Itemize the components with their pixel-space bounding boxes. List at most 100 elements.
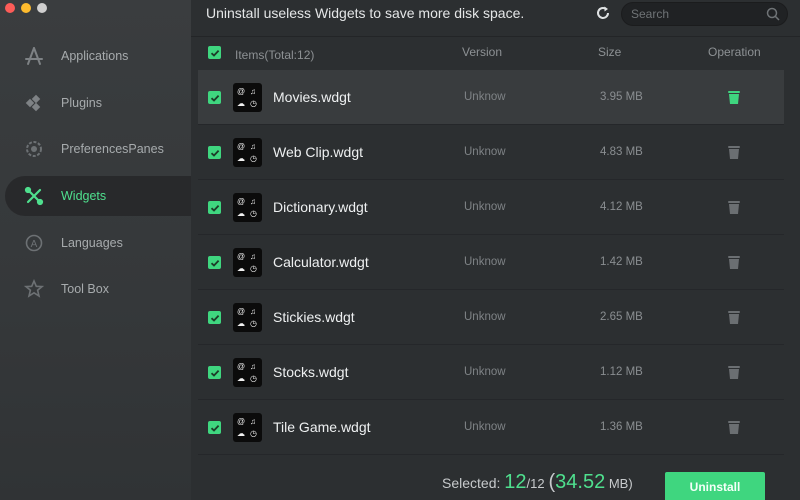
widget-version: Unknow — [464, 146, 506, 158]
trash-icon[interactable] — [726, 309, 742, 325]
music-note-icon: ♫ — [250, 252, 256, 261]
row-checkbox[interactable] — [208, 256, 221, 269]
widget-version: Unknow — [464, 311, 506, 323]
sidebar-item-label: Plugins — [61, 95, 102, 110]
sidebar-nav: Applications Plugins PreferencesPanes Wi… — [0, 36, 191, 316]
table-header: Items(Total:12) Version Size Operation — [191, 36, 800, 70]
clock-icon: ◷ — [250, 99, 257, 108]
zoom-window-button[interactable] — [37, 3, 47, 13]
widget-thumbnail: @ ♫ ☁ ◷ — [233, 413, 262, 442]
at-icon: @ — [237, 362, 246, 371]
at-icon: @ — [237, 252, 246, 261]
widget-size: 3.95 MB — [600, 91, 643, 103]
widget-size: 2.65 MB — [600, 311, 643, 323]
row-checkbox[interactable] — [208, 366, 221, 379]
trash-icon[interactable] — [726, 254, 742, 270]
table-row[interactable]: @ ♫ ☁ ◷ Movies.wdgt Unknow 3.95 MB — [198, 70, 784, 125]
trash-icon[interactable] — [726, 144, 742, 160]
column-header-version: Version — [462, 45, 503, 59]
widget-version: Unknow — [464, 366, 506, 378]
at-icon: @ — [237, 87, 246, 96]
trash-icon[interactable] — [726, 419, 742, 435]
row-checkbox[interactable] — [208, 91, 221, 104]
select-all-checkbox[interactable] — [208, 46, 221, 59]
sidebar-item-label: Tool Box — [61, 282, 109, 297]
at-icon: @ — [237, 142, 246, 151]
widget-size: 4.83 MB — [600, 146, 643, 158]
music-note-icon: ♫ — [250, 362, 256, 371]
cloud-icon: ☁ — [237, 264, 245, 273]
widget-version: Unknow — [464, 91, 506, 103]
clock-icon: ◷ — [250, 319, 257, 328]
search-input[interactable] — [621, 2, 788, 26]
row-checkbox[interactable] — [208, 201, 221, 214]
sidebar-item-label: Widgets — [61, 189, 107, 204]
table-row[interactable]: @ ♫ ☁ ◷ Calculator.wdgt Unknow 1.42 MB — [198, 235, 784, 290]
widget-size: 1.36 MB — [600, 421, 643, 433]
clock-icon: ◷ — [250, 374, 257, 383]
widget-size: 1.42 MB — [600, 256, 643, 268]
widget-thumbnail: @ ♫ ☁ ◷ — [233, 358, 262, 387]
column-header-size: Size — [598, 45, 622, 59]
sidebar: Applications Plugins PreferencesPanes Wi… — [0, 0, 191, 500]
trash-icon[interactable] — [726, 89, 742, 105]
size-unit: MB) — [605, 476, 633, 491]
widget-name: Web Clip.wdgt — [273, 144, 364, 160]
applications-icon — [23, 45, 45, 67]
table-row[interactable]: @ ♫ ☁ ◷ Dictionary.wdgt Unknow 4.12 MB — [198, 180, 784, 235]
trash-icon[interactable] — [726, 199, 742, 215]
clock-icon: ◷ — [250, 264, 257, 273]
widget-name: Movies.wdgt — [273, 89, 351, 105]
at-icon: @ — [237, 417, 246, 426]
close-window-button[interactable] — [5, 3, 15, 13]
topbar: Uninstall useless Widgets to save more d… — [191, 0, 800, 30]
clock-icon: ◷ — [250, 209, 257, 218]
cloud-icon: ☁ — [237, 154, 245, 163]
total-count: /12 — [526, 476, 545, 491]
row-checkbox[interactable] — [208, 421, 221, 434]
sidebar-item-languages[interactable]: A Languages — [5, 223, 191, 263]
refresh-icon[interactable] — [595, 5, 611, 21]
table-row[interactable]: @ ♫ ☁ ◷ Tile Game.wdgt Unknow 1.36 MB — [198, 400, 784, 455]
row-checkbox[interactable] — [208, 146, 221, 159]
cloud-icon: ☁ — [237, 429, 245, 438]
sidebar-item-label: Languages — [61, 235, 123, 250]
window-controls — [5, 3, 47, 13]
sidebar-item-preferencespanes[interactable]: PreferencesPanes — [5, 129, 191, 169]
table-row[interactable]: @ ♫ ☁ ◷ Stickies.wdgt Unknow 2.65 MB — [198, 290, 784, 345]
languages-icon: A — [23, 232, 45, 254]
selected-count: 12 — [504, 471, 527, 493]
page-title: Uninstall useless Widgets to save more d… — [206, 5, 525, 21]
music-note-icon: ♫ — [250, 417, 256, 426]
search-icon[interactable] — [766, 7, 780, 21]
preferences-gear-icon — [23, 138, 45, 160]
cloud-icon: ☁ — [237, 319, 245, 328]
widget-version: Unknow — [464, 256, 506, 268]
sidebar-item-label: PreferencesPanes — [61, 142, 164, 157]
widget-name: Stickies.wdgt — [273, 309, 355, 325]
svg-text:A: A — [31, 239, 38, 250]
widget-thumbnail: @ ♫ ☁ ◷ — [233, 138, 262, 167]
widget-thumbnail: @ ♫ ☁ ◷ — [233, 248, 262, 277]
selected-label: Selected: — [442, 475, 501, 491]
minimize-window-button[interactable] — [21, 3, 31, 13]
sidebar-item-plugins[interactable]: Plugins — [5, 83, 191, 123]
sidebar-item-toolbox[interactable]: Tool Box — [5, 269, 191, 309]
widget-name: Calculator.wdgt — [273, 254, 369, 270]
sidebar-item-widgets[interactable]: Widgets — [5, 176, 191, 217]
at-icon: @ — [237, 197, 246, 206]
cloud-icon: ☁ — [237, 99, 245, 108]
cloud-icon: ☁ — [237, 209, 245, 218]
table-row[interactable]: @ ♫ ☁ ◷ Stocks.wdgt Unknow 1.12 MB — [198, 345, 784, 400]
widget-version: Unknow — [464, 201, 506, 213]
clock-icon: ◷ — [250, 154, 257, 163]
sidebar-item-applications[interactable]: Applications — [5, 36, 191, 76]
uninstall-button[interactable]: Uninstall — [665, 472, 765, 500]
trash-icon[interactable] — [726, 364, 742, 380]
plugins-icon — [23, 92, 45, 114]
table-row[interactable]: @ ♫ ☁ ◷ Web Clip.wdgt Unknow 4.83 MB — [198, 125, 784, 180]
widget-size: 4.12 MB — [600, 201, 643, 213]
widget-name: Tile Game.wdgt — [273, 419, 371, 435]
row-checkbox[interactable] — [208, 311, 221, 324]
sidebar-item-label: Applications — [61, 49, 129, 63]
